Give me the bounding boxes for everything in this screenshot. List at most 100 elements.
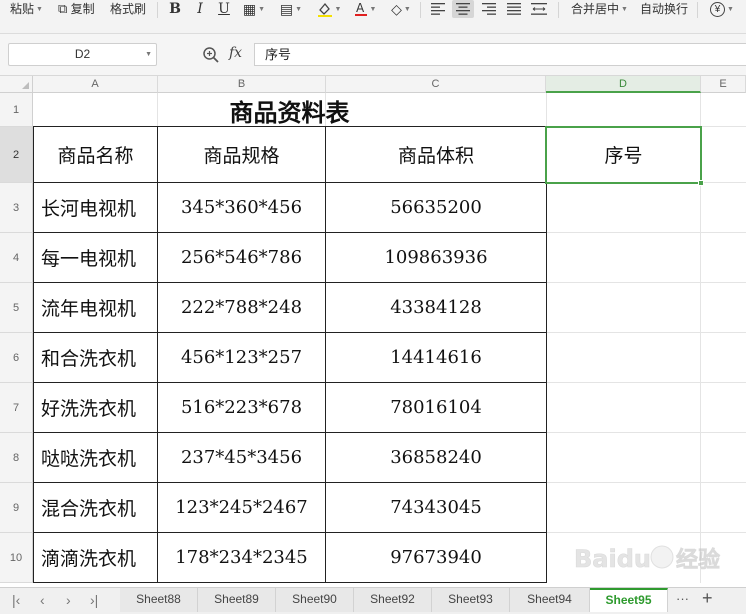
bold-icon[interactable]: B xyxy=(166,0,184,18)
fill-color-icon[interactable]: ▼ xyxy=(314,0,344,18)
fill-handle[interactable] xyxy=(698,180,704,186)
underline-icon[interactable]: U xyxy=(216,0,232,18)
header-cell-name[interactable]: 商品名称 xyxy=(34,127,157,182)
function-icon[interactable]: fx xyxy=(229,45,242,61)
cell-reference: D2 xyxy=(74,47,91,61)
row-header-6[interactable]: 6 xyxy=(0,333,33,383)
next-sheet-icon[interactable]: › xyxy=(66,592,71,608)
tab-sheet93[interactable]: Sheet93 xyxy=(432,588,510,612)
cell-product-name[interactable]: 哒哒洗衣机 xyxy=(34,433,157,482)
add-sheet-icon[interactable]: + xyxy=(702,588,713,609)
paste-button[interactable]: 粘贴 ▼ xyxy=(10,0,43,20)
wrap-text-label: 自动换行 xyxy=(640,2,689,16)
sheet-title[interactable]: 商品资料表 xyxy=(33,93,546,127)
font-color-icon[interactable]: A ▼ xyxy=(351,0,379,18)
cell-product-name[interactable]: 每一电视机 xyxy=(34,233,157,282)
format-painter-label: 格式刷 xyxy=(110,2,147,16)
copy-button[interactable]: ⧉ 复制 xyxy=(58,0,95,20)
tab-sheet90[interactable]: Sheet90 xyxy=(276,588,354,612)
formula-input[interactable]: 序号 xyxy=(254,43,746,66)
tab-sheet94[interactable]: Sheet94 xyxy=(510,588,590,612)
cell-product-volume[interactable]: 56635200 xyxy=(326,183,546,232)
cell-product-volume[interactable]: 97673940 xyxy=(326,533,546,582)
cell-product-volume[interactable]: 109863936 xyxy=(326,233,546,282)
zoom-search-icon[interactable] xyxy=(202,46,220,64)
clear-format-icon[interactable]: ◇ ▼ xyxy=(386,0,416,18)
column-header-b[interactable]: B xyxy=(158,76,326,93)
cell-product-spec[interactable]: 456*123*257 xyxy=(158,333,325,382)
tab-sheet95[interactable]: Sheet95 xyxy=(590,588,668,612)
row-header-1[interactable]: 1 xyxy=(0,93,33,127)
cell-product-volume[interactable]: 43384128 xyxy=(326,283,546,332)
distributed-align-icon[interactable] xyxy=(528,0,550,18)
cell-product-spec[interactable]: 237*45*3456 xyxy=(158,433,325,482)
table-border xyxy=(546,126,547,583)
toolbar-divider xyxy=(420,2,421,18)
tab-sheet89[interactable]: Sheet89 xyxy=(198,588,276,612)
cell-product-spec[interactable]: 345*360*456 xyxy=(158,183,325,232)
cell-product-spec[interactable]: 222*788*248 xyxy=(158,283,325,332)
column-header-d[interactable]: D xyxy=(546,76,701,93)
svg-text:Baidu: Baidu xyxy=(574,545,651,573)
baidu-watermark-logo: Baidu 经验 xyxy=(572,535,744,581)
cell-product-spec[interactable]: 123*245*2467 xyxy=(158,483,325,532)
align-right-icon[interactable] xyxy=(479,0,499,18)
cell-product-name[interactable]: 滴滴洗衣机 xyxy=(34,533,157,582)
cell-product-name[interactable]: 混合洗衣机 xyxy=(34,483,157,532)
fill-pattern-icon[interactable]: ▤ ▼ xyxy=(278,0,304,18)
cell-product-name[interactable]: 流年电视机 xyxy=(34,283,157,332)
format-painter-button[interactable]: 格式刷 xyxy=(110,0,146,20)
column-header-a[interactable]: A xyxy=(33,76,158,93)
tab-sheet92[interactable]: Sheet92 xyxy=(354,588,432,612)
column-header-c[interactable]: C xyxy=(326,76,546,93)
sheet-tab-bar: |‹ ‹ › ›| Sheet88 Sheet89 Sheet90 Sheet9… xyxy=(0,587,746,614)
align-center-icon[interactable] xyxy=(452,0,474,18)
paste-label: 粘贴 xyxy=(10,2,35,16)
chevron-down-icon: ▼ xyxy=(621,5,628,13)
borders-icon[interactable]: ▦ ▼ xyxy=(241,0,267,18)
first-sheet-icon[interactable]: |‹ xyxy=(12,592,20,608)
copy-icon: ⧉ xyxy=(58,1,68,16)
row-header-3[interactable]: 3 xyxy=(0,183,33,233)
toolbar-divider xyxy=(697,2,698,18)
cell-product-name[interactable]: 长河电视机 xyxy=(34,183,157,232)
cell-product-volume[interactable]: 14414616 xyxy=(326,333,546,382)
formula-bar: D2 ▼ fx 序号 xyxy=(0,34,746,76)
svg-text:经验: 经验 xyxy=(676,547,720,573)
row-header-5[interactable]: 5 xyxy=(0,283,33,333)
cell-product-spec[interactable]: 516*223*678 xyxy=(158,383,325,432)
wrap-text-button[interactable]: 自动换行 xyxy=(640,0,688,20)
cell-product-name[interactable]: 和合洗衣机 xyxy=(34,333,157,382)
last-sheet-icon[interactable]: ›| xyxy=(90,592,98,608)
cell-product-volume[interactable]: 74343045 xyxy=(326,483,546,532)
cell-product-name[interactable]: 好洗洗衣机 xyxy=(34,383,157,432)
column-header-e[interactable]: E xyxy=(701,76,746,93)
row-header-2[interactable]: 2 xyxy=(0,127,33,183)
row-header-10[interactable]: 10 xyxy=(0,533,33,583)
svg-text:A: A xyxy=(356,1,365,15)
prev-sheet-icon[interactable]: ‹ xyxy=(40,592,45,608)
row-header-7[interactable]: 7 xyxy=(0,383,33,433)
cell-product-spec[interactable]: 178*234*2345 xyxy=(158,533,325,582)
row-header-9[interactable]: 9 xyxy=(0,483,33,533)
justify-icon[interactable] xyxy=(504,0,524,18)
cell-product-spec[interactable]: 256*546*786 xyxy=(158,233,325,282)
align-left-icon[interactable] xyxy=(428,0,448,18)
name-box[interactable]: D2 ▼ xyxy=(8,43,157,66)
row-header-8[interactable]: 8 xyxy=(0,433,33,483)
cell-product-volume[interactable]: 78016104 xyxy=(326,383,546,432)
chevron-down-icon: ▼ xyxy=(36,5,43,13)
toolbar-divider xyxy=(558,2,559,18)
cell-product-volume[interactable]: 36858240 xyxy=(326,433,546,482)
table-border xyxy=(33,582,547,583)
header-cell-volume[interactable]: 商品体积 xyxy=(326,127,546,182)
merge-center-button[interactable]: 合并居中 ▼ xyxy=(571,0,628,20)
italic-icon[interactable]: I xyxy=(192,0,208,18)
select-all-corner[interactable] xyxy=(0,76,33,93)
chevron-down-icon: ▼ xyxy=(145,51,152,58)
header-cell-spec[interactable]: 商品规格 xyxy=(158,127,325,182)
row-header-4[interactable]: 4 xyxy=(0,233,33,283)
currency-icon[interactable]: ¥ ▼ xyxy=(706,0,738,18)
tab-sheet88[interactable]: Sheet88 xyxy=(120,588,198,612)
more-sheets-icon[interactable]: ··· xyxy=(676,591,689,606)
